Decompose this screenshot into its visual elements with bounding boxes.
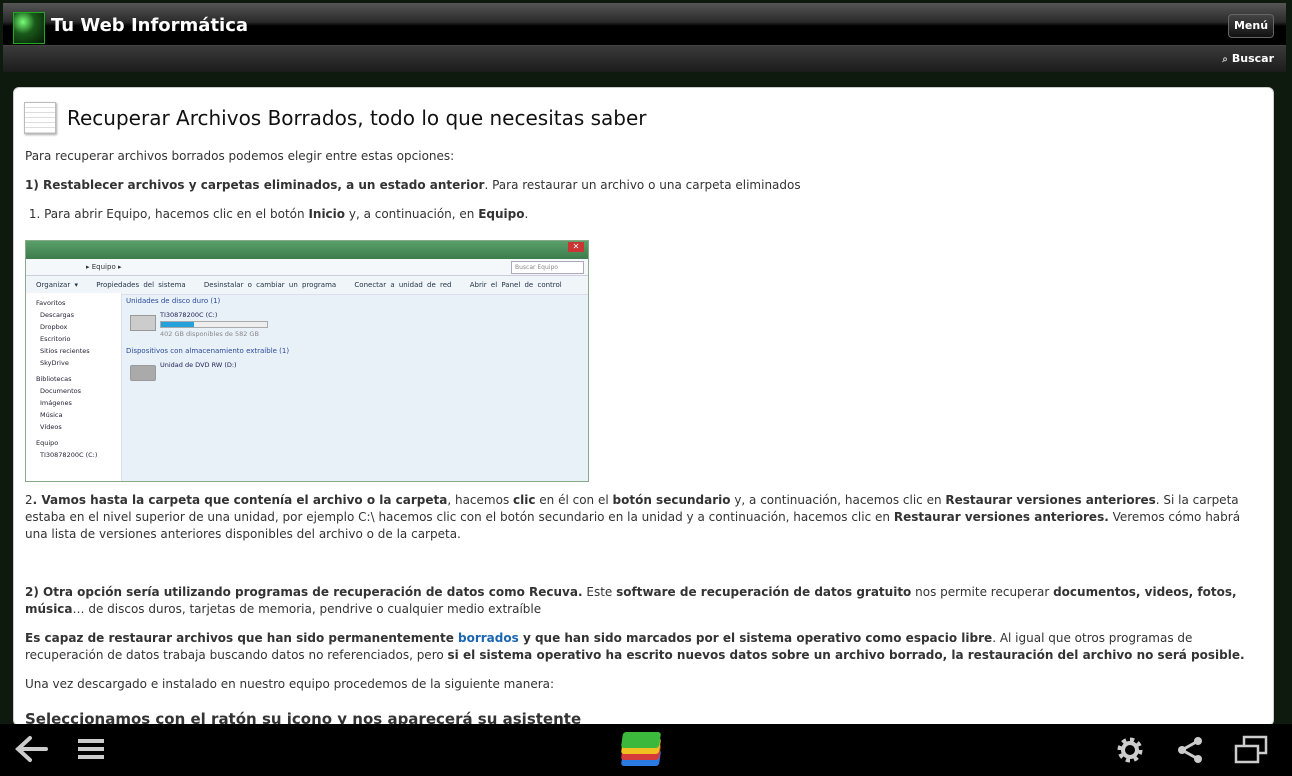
step-2-text-2: en él con el — [535, 493, 613, 507]
explorer-screenshot: ✕ ▸ Equipo ▸ Buscar Equipo Organizar ▾ P… — [25, 240, 589, 482]
screenshot-drive-dvd-label: Unidad de DVD RW (D:) — [160, 361, 237, 369]
step-2-bold-2: clic — [513, 493, 536, 507]
option-2-text-3: … de discos duros, tarjetas de memoria, … — [72, 602, 542, 616]
step-1-inicio: Inicio — [308, 207, 346, 221]
screenshot-sidebar: Favoritos Descargas Dropbox Escritorio S… — [26, 293, 122, 481]
article-card: Recuperar Archivos Borrados, todo lo que… — [13, 87, 1274, 726]
screenshot-sidebar-item: Dropbox — [40, 323, 68, 331]
screenshot-sidebar-item: Descargas — [40, 311, 75, 319]
screenshot-sidebar-item: Vídeos — [40, 423, 62, 431]
back-arrow-icon[interactable] — [14, 734, 48, 770]
android-nav-bar — [0, 724, 1292, 776]
capability-bold-2: y que han sido marcados por el sistema o… — [518, 631, 993, 645]
option-1-text: . Para restaurar un archivo o una carpet… — [484, 178, 801, 192]
multiwindow-icon[interactable] — [1234, 734, 1268, 772]
screenshot-sidebar-item: Documentos — [40, 387, 82, 395]
screenshot-tool-item: Abrir el Panel de control — [469, 281, 562, 289]
capability-bold-3: si el sistema operativo ha escrito nuevo… — [447, 648, 1245, 662]
step-1-mid: y, a continuación, en — [345, 207, 479, 221]
step-2-bold-1: . Vamos hasta la carpeta que contenía el… — [32, 493, 448, 507]
screenshot-tool-item: Conectar a unidad de red — [354, 281, 452, 289]
hamburger-icon[interactable] — [76, 734, 106, 770]
option-2-bold-1: 2) Otra opción sería utilizando programa… — [25, 585, 583, 599]
step-2-bold-5: Restaurar versiones anteriores. — [893, 510, 1109, 524]
search-label: Buscar — [1231, 52, 1274, 65]
option-2-text-1: Este — [582, 585, 617, 599]
share-icon[interactable] — [1174, 734, 1206, 772]
search-button[interactable]: ⌕ Buscar — [1222, 52, 1274, 65]
step-2-bold-4: Restaurar versiones anteriores — [945, 493, 1156, 507]
screenshot-drive-c-label: TI30878200C (C:) — [160, 311, 218, 319]
option-1-bold: 1) Restablecer archivos y carpetas elimi… — [25, 178, 485, 192]
document-icon — [24, 102, 56, 134]
screenshot-drive-c: TI30878200C (C:) 402 GB disponibles de 5… — [126, 311, 289, 347]
option-2: 2) Otra opción sería utilizando programa… — [25, 584, 1257, 618]
site-header: Tu Web Informática Menú — [3, 3, 1286, 46]
screenshot-address-bar: ▸ Equipo ▸ Buscar Equipo — [26, 259, 588, 276]
screenshot-sidebar-item: SkyDrive — [40, 359, 69, 367]
screenshot-drive-c-usage-bar — [160, 321, 268, 328]
screenshot-sidebar-item: Música — [40, 411, 63, 419]
step-2-number: 2 — [25, 493, 33, 507]
screenshot-drive-c-free: 402 GB disponibles de 582 GB — [160, 330, 259, 338]
intro-text: Para recuperar archivos borrados podemos… — [25, 149, 455, 163]
borrados-link[interactable]: borrados — [458, 631, 519, 645]
app-frame: Tu Web Informática Menú ⌕ Buscar Recupera… — [0, 0, 1292, 776]
screenshot-sidebar-item: Favoritos — [36, 299, 66, 307]
capability-paragraph: Es capaz de restaurar archivos que han s… — [25, 630, 1257, 664]
search-bar: ⌕ Buscar — [3, 46, 1286, 72]
step-2-text-1: , hacemos — [447, 493, 514, 507]
hard-drive-icon — [130, 315, 156, 331]
screenshot-sidebar-item: Escritorio — [40, 335, 71, 343]
option-2-text-2: nos permite recuperar — [911, 585, 1054, 599]
screenshot-section-removable: Dispositivos con almacenamiento extraíbl… — [126, 347, 290, 355]
screenshot-sidebar-item: Imágenes — [40, 399, 72, 407]
article-title: Recuperar Archivos Borrados, todo lo que… — [67, 106, 647, 130]
screenshot-search-box: Buscar Equipo — [511, 261, 584, 274]
step-2-bold-3: botón secundario — [612, 493, 731, 507]
step-1-equipo: Equipo — [478, 207, 525, 221]
screenshot-tool-item: Propiedades del sistema — [96, 281, 186, 289]
screenshot-sidebar-item: Bibliotecas — [36, 375, 72, 383]
step-2: 2. Vamos hasta la carpeta que contenía e… — [25, 492, 1257, 543]
step-2-text-3: y, a continuación, hacemos clic en — [730, 493, 946, 507]
screenshot-titlebar: ✕ — [26, 241, 588, 259]
screenshot-tool-item: Organizar ▾ — [36, 281, 78, 289]
dvd-drive-icon — [130, 365, 156, 381]
bluestacks-logo[interactable] — [618, 728, 664, 770]
screenshot-tool-item: Desinstalar o cambiar un programa — [203, 281, 337, 289]
screenshot-sidebar-item: Sitios recientes — [40, 347, 90, 355]
step-1: 1. Para abrir Equipo, hacemos clic en el… — [25, 206, 528, 223]
option-1: 1) Restablecer archivos y carpetas elimi… — [25, 177, 801, 194]
screenshot-close-icon: ✕ — [568, 242, 584, 252]
screenshot-main-pane: Unidades de disco duro (1) TI30878200C (… — [126, 297, 289, 397]
screenshot-address: Equipo — [91, 263, 116, 271]
step-1-end: . — [524, 207, 529, 221]
screenshot-section-disks: Unidades de disco duro (1) — [126, 297, 221, 305]
screenshot-drive-dvd: Unidad de DVD RW (D:) — [126, 361, 289, 397]
option-2-bold-2: software de recuperación de datos gratui… — [616, 585, 912, 599]
install-text: Una vez descargado e instalado en nuestr… — [25, 677, 555, 691]
screenshot-sidebar-item: TI30878200C (C:) — [40, 451, 98, 459]
gear-icon[interactable] — [1114, 734, 1146, 772]
site-title[interactable]: Tu Web Informática — [51, 15, 248, 36]
step-1-pre: 1. Para abrir Equipo, hacemos clic en el… — [28, 207, 309, 221]
capability-bold-1: Es capaz de restaurar archivos que han s… — [25, 631, 459, 645]
menu-button[interactable]: Menú — [1228, 14, 1274, 38]
site-logo[interactable] — [13, 12, 45, 44]
screenshot-sidebar-item: Equipo — [36, 439, 59, 447]
magnifier-icon: ⌕ — [1222, 54, 1228, 65]
